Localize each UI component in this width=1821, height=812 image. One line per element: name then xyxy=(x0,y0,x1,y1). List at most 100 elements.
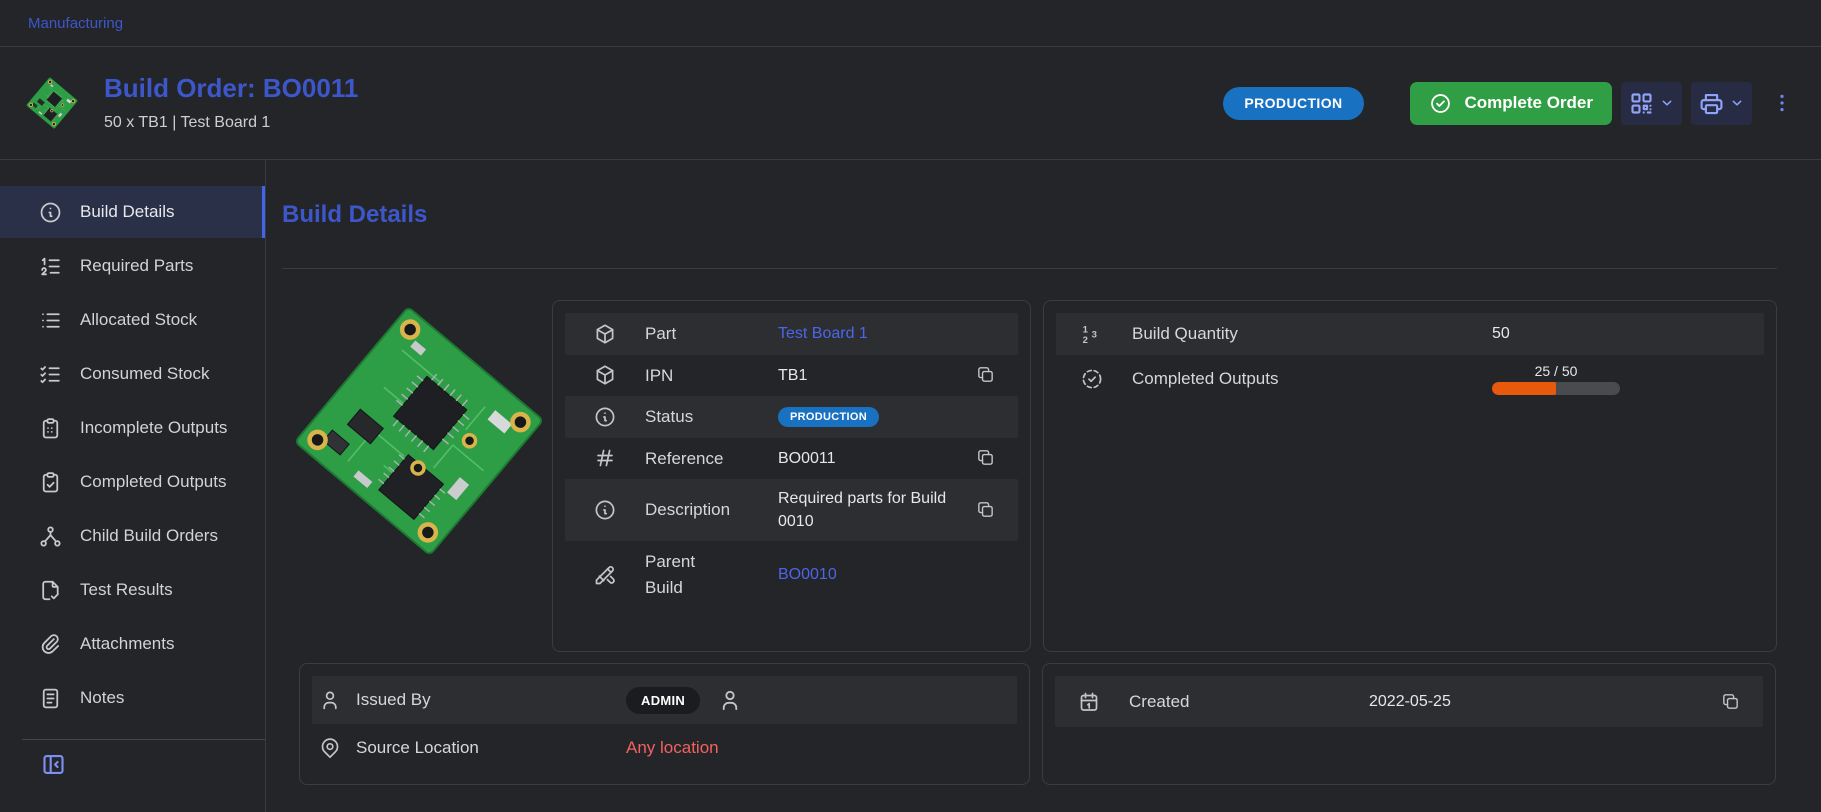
sidebar-item-label: Allocated Stock xyxy=(80,310,197,330)
clipboard-list-icon xyxy=(38,416,63,441)
sidebar-item-label: Consumed Stock xyxy=(80,364,209,384)
sidebar-item-label: Attachments xyxy=(80,634,175,654)
issue-details-card: Issued By ADMIN Source Location Any loca… xyxy=(299,663,1030,785)
info-circle-icon xyxy=(38,200,63,225)
hierarchy-icon xyxy=(38,524,63,549)
detail-value: BO0011 xyxy=(778,447,836,470)
complete-order-label: Complete Order xyxy=(1465,93,1593,113)
sidebar-collapse-icon xyxy=(40,751,67,778)
file-check-icon xyxy=(38,578,63,603)
detail-label: Created xyxy=(1129,689,1369,715)
copy-button[interactable] xyxy=(974,364,996,386)
sidebar-item-build-details[interactable]: Build Details xyxy=(0,186,265,238)
sidebar-item-label: Completed Outputs xyxy=(80,472,226,492)
copy-icon xyxy=(975,447,996,468)
notes-icon xyxy=(38,686,63,711)
hash-icon xyxy=(593,446,617,470)
part-link[interactable]: Test Board 1 xyxy=(778,322,868,345)
sidebar: Build Details Required Parts Allocated S… xyxy=(0,160,266,812)
detail-row-source-location: Source Location Any location xyxy=(312,724,1017,772)
sidebar-item-incomplete-outputs[interactable]: Incomplete Outputs xyxy=(0,402,265,454)
parent-build-link[interactable]: BO0010 xyxy=(778,563,837,586)
map-pin-icon xyxy=(318,736,342,760)
detail-row-description: Description Required parts for Build 001… xyxy=(565,479,1018,541)
build-order-thumbnail[interactable] xyxy=(26,74,78,132)
section-divider xyxy=(282,268,1777,269)
build-quantity-card: Build Quantity 50 Completed Outputs 25 /… xyxy=(1043,300,1777,652)
detail-row-issued-by: Issued By ADMIN xyxy=(312,676,1017,724)
progress-bar-fill xyxy=(1492,382,1556,395)
detail-row-completed-outputs: Completed Outputs 25 / 50 xyxy=(1056,355,1764,403)
detail-label: Build Quantity xyxy=(1132,321,1492,347)
info-circle-icon xyxy=(593,405,617,429)
sidebar-item-label: Incomplete Outputs xyxy=(80,418,227,438)
created-value: 2022-05-25 xyxy=(1369,690,1451,713)
detail-label: Parent Build xyxy=(645,549,715,600)
dots-vertical-icon xyxy=(1770,91,1794,115)
sidebar-item-label: Notes xyxy=(80,688,124,708)
clipboard-check-icon xyxy=(38,470,63,495)
sidebar-item-consumed-stock[interactable]: Consumed Stock xyxy=(0,348,265,400)
part-image[interactable] xyxy=(294,300,544,562)
created-card: Created 2022-05-25 xyxy=(1042,663,1776,785)
sidebar-item-child-build-orders[interactable]: Child Build Orders xyxy=(0,510,265,562)
status-badge: PRODUCTION xyxy=(1223,87,1363,120)
sidebar-item-attachments[interactable]: Attachments xyxy=(0,618,265,670)
detail-label: Reference xyxy=(645,446,778,472)
complete-order-button[interactable]: Complete Order xyxy=(1410,82,1612,125)
paperclip-icon xyxy=(38,632,63,657)
list-numbers-icon xyxy=(38,254,63,279)
detail-row-ipn: IPN TB1 xyxy=(565,355,1018,397)
barcode-actions-button[interactable] xyxy=(1621,82,1682,125)
sidebar-collapse-button[interactable] xyxy=(38,751,68,781)
detail-label: Part xyxy=(645,321,778,347)
sidebar-item-allocated-stock[interactable]: Allocated Stock xyxy=(0,294,265,346)
detail-row-status: Status PRODUCTION xyxy=(565,396,1018,438)
numbers-123-icon xyxy=(1080,322,1104,346)
sidebar-item-completed-outputs[interactable]: Completed Outputs xyxy=(0,456,265,508)
sidebar-item-required-parts[interactable]: Required Parts xyxy=(0,240,265,292)
copy-button[interactable] xyxy=(974,447,996,469)
detail-value: Required parts for Build 0010 xyxy=(778,487,956,533)
copy-icon xyxy=(975,364,996,385)
detail-label: Issued By xyxy=(356,687,626,713)
detail-row-part: Part Test Board 1 xyxy=(565,313,1018,355)
detail-label: Source Location xyxy=(356,735,626,761)
sidebar-item-label: Required Parts xyxy=(80,256,193,276)
print-actions-button[interactable] xyxy=(1691,82,1752,125)
detail-label: IPN xyxy=(645,363,778,389)
copy-button[interactable] xyxy=(1719,691,1741,713)
page-subtitle: 50 x TB1 | Test Board 1 xyxy=(104,114,358,132)
progress-bar-track xyxy=(1492,382,1620,395)
tools-icon xyxy=(593,563,617,587)
calendar-icon xyxy=(1077,690,1101,714)
detail-value: TB1 xyxy=(778,364,807,387)
sidebar-item-label: Build Details xyxy=(80,202,175,222)
sidebar-item-test-results[interactable]: Test Results xyxy=(0,564,265,616)
list-icon xyxy=(38,308,63,333)
detail-row-reference: Reference BO0011 xyxy=(565,438,1018,480)
breadcrumb: Manufacturing xyxy=(0,0,1821,47)
user-icon xyxy=(318,688,342,712)
progress-label: 25 / 50 xyxy=(1535,363,1578,379)
page-title: Build Order: BO0011 xyxy=(104,74,358,103)
detail-row-parent-build: Parent Build BO0010 xyxy=(565,541,1018,608)
box-icon xyxy=(593,363,617,387)
qrcode-icon xyxy=(1628,90,1655,117)
sidebar-item-notes[interactable]: Notes xyxy=(0,672,265,724)
more-actions-button[interactable] xyxy=(1769,82,1795,125)
section-title: Build Details xyxy=(282,201,1777,229)
box-icon xyxy=(593,322,617,346)
detail-label: Description xyxy=(645,497,778,523)
user-icon xyxy=(717,687,743,713)
detail-label: Status xyxy=(645,404,778,430)
sidebar-item-label: Child Build Orders xyxy=(80,526,218,546)
printer-icon xyxy=(1698,90,1725,117)
copy-icon xyxy=(1720,691,1741,712)
breadcrumb-link-manufacturing[interactable]: Manufacturing xyxy=(28,15,123,32)
sidebar-item-label: Test Results xyxy=(80,580,173,600)
chevron-down-icon xyxy=(1659,95,1675,111)
page-title-block: Build Order: BO0011 50 x TB1 | Test Boar… xyxy=(104,74,358,132)
main-content: Build Details Part Test Board 1 IPN TB1 xyxy=(266,160,1821,812)
copy-button[interactable] xyxy=(974,499,996,521)
